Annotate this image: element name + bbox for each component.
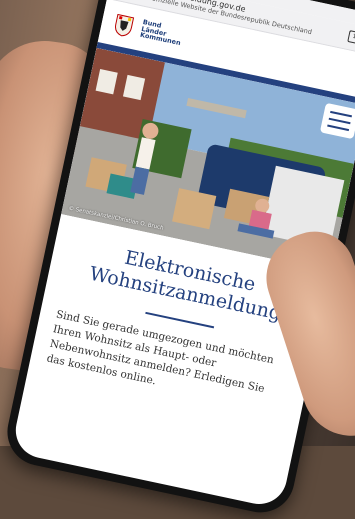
tabs-icon[interactable]: 1 (347, 30, 355, 45)
title-underline (145, 311, 215, 328)
intro-paragraph: Sind Sie gerade umgezogen und möchten Ih… (45, 307, 296, 417)
federal-eagle-logo-icon[interactable] (109, 10, 138, 40)
logo-wordmark: Bund Länder Kommunen (139, 18, 184, 48)
